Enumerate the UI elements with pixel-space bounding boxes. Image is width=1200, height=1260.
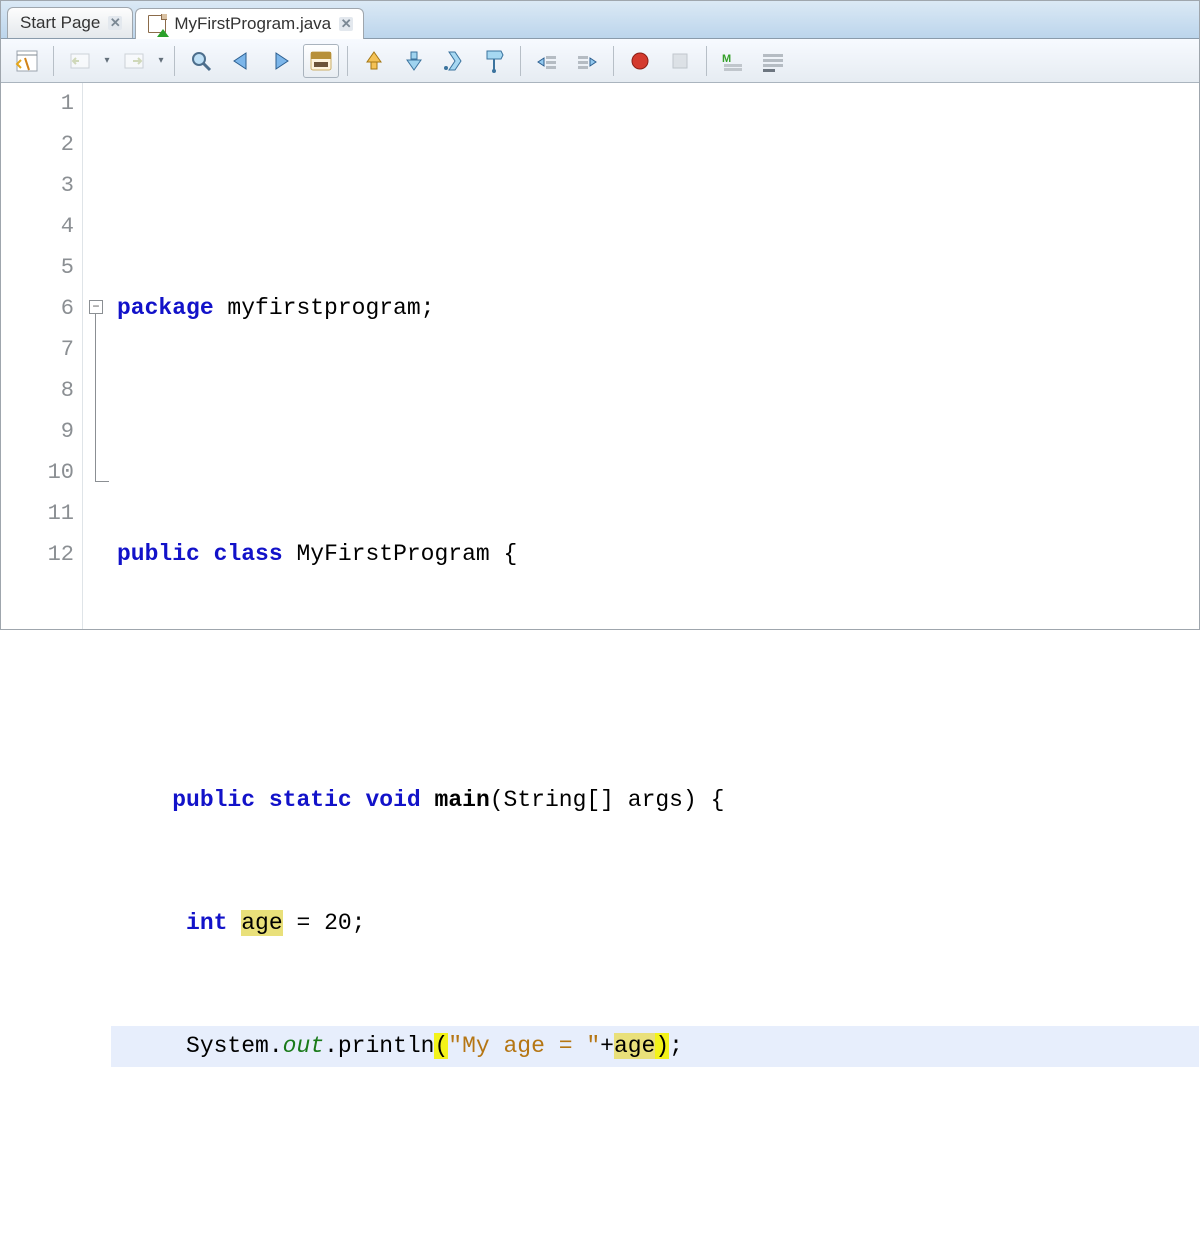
line-number: 4 [1,206,74,247]
close-icon[interactable]: ✕ [108,16,122,30]
string-literal: "My age = " [448,1033,600,1059]
line-number: 10 [1,452,74,493]
last-edit-button[interactable] [303,44,339,78]
method-name: main [435,787,490,813]
diff-button[interactable]: M [715,44,751,78]
field-ref: out [283,1033,324,1059]
dropdown-icon[interactable]: ▾ [156,55,166,66]
toggle-highlight-button[interactable] [436,44,472,78]
separator-icon [613,46,614,76]
keyword: public [117,541,200,567]
code-line [111,165,1199,206]
line-number: 1 [1,83,74,124]
line-number: 5 [1,247,74,288]
line-number: 8 [1,370,74,411]
shift-left-button[interactable] [529,44,565,78]
source-view-button[interactable] [9,44,45,78]
java-file-icon [148,15,166,33]
shift-right-button[interactable] [569,44,605,78]
nav-back-button[interactable] [62,44,98,78]
stop-macro-button[interactable] [662,44,698,78]
code-line [111,1149,1199,1190]
line-number: 6 [1,288,74,329]
fold-gutter: − [83,83,111,629]
highlighted-paren: ) [655,1033,669,1059]
shift-line-down-button[interactable] [396,44,432,78]
highlighted-identifier: age [614,1033,655,1059]
prev-edit-button[interactable] [223,44,259,78]
line-number: 2 [1,124,74,165]
tab-myfirstprogram[interactable]: MyFirstProgram.java ✕ [135,8,364,39]
shift-line-up-button[interactable] [356,44,392,78]
tab-start-page[interactable]: Start Page ✕ [7,7,133,38]
line-number: 3 [1,165,74,206]
code-editor[interactable]: 1 2 3 4 5 6 7 8 9 10 11 12 − package myf… [1,83,1199,629]
line-number: 7 [1,329,74,370]
code-line [111,657,1199,698]
line-number: 12 [1,534,74,575]
keyword: int [186,910,227,936]
code-line-current: System.out.println("My age = "+age); [111,1026,1199,1067]
code-line: public static void main(String[] args) { [111,780,1199,821]
highlighted-identifier: age [241,910,282,936]
separator-icon [347,46,348,76]
start-macro-record-button[interactable] [622,44,658,78]
separator-icon [706,46,707,76]
keyword: package [117,295,214,321]
separator-icon [520,46,521,76]
separator-icon [174,46,175,76]
svg-text:M: M [722,53,731,65]
fold-toggle-icon[interactable]: − [89,300,103,314]
tab-label: MyFirstProgram.java [174,14,331,34]
nav-forward-button[interactable] [116,44,152,78]
code-line: int age = 20; [111,903,1199,944]
editor-toolbar: ▾ ▾ M [1,39,1199,83]
dropdown-icon[interactable]: ▾ [102,55,112,66]
highlighted-paren: ( [434,1033,448,1059]
code-line [111,411,1199,452]
keyword: class [214,541,283,567]
code-line: package myfirstprogram; [111,288,1199,329]
fold-end-icon [95,481,109,482]
separator-icon [53,46,54,76]
keyword: void [366,787,421,813]
editor-tabs: Start Page ✕ MyFirstProgram.java ✕ [1,1,1199,39]
line-number-gutter: 1 2 3 4 5 6 7 8 9 10 11 12 [1,83,83,629]
tab-label: Start Page [20,13,100,33]
close-icon[interactable]: ✕ [339,17,353,31]
code-area[interactable]: package myfirstprogram; public class MyF… [111,83,1199,629]
keyword: static [269,787,352,813]
next-edit-button[interactable] [263,44,299,78]
line-number: 11 [1,493,74,534]
line-number: 9 [1,411,74,452]
keyword: public [172,787,255,813]
find-button[interactable] [183,44,219,78]
code-line: public class MyFirstProgram { [111,534,1199,575]
comment-lines-button[interactable] [755,44,791,78]
fold-guide [95,314,96,481]
bookmark-button[interactable] [476,44,512,78]
